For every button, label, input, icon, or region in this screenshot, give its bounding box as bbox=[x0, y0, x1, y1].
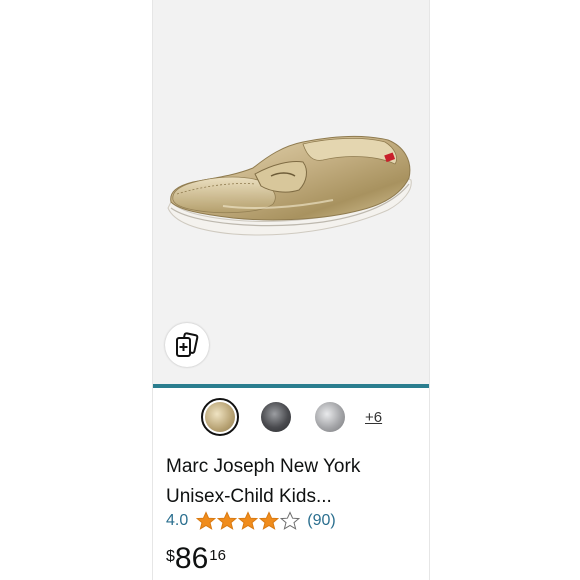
color-swatches: +6 bbox=[153, 398, 429, 442]
star-filled-icon bbox=[238, 511, 259, 530]
rating-row[interactable]: 4.0 (90) bbox=[166, 510, 336, 532]
accent-divider bbox=[153, 384, 429, 388]
product-card[interactable]: +6 Marc Joseph New York Unisex-Child Kid… bbox=[152, 0, 430, 580]
swatch-silver[interactable] bbox=[311, 398, 349, 436]
product-title-line-1: Marc Joseph New York bbox=[166, 456, 361, 477]
swatch-gunmetal[interactable] bbox=[257, 398, 295, 436]
price: $ 86 16 bbox=[166, 544, 226, 574]
rating-value: 4.0 bbox=[166, 512, 189, 529]
product-title-line-2: Unisex-Child Kids... bbox=[166, 486, 332, 507]
price-fraction: 16 bbox=[209, 547, 226, 564]
price-whole: 86 bbox=[174, 542, 209, 575]
product-title[interactable]: Marc Joseph New York Unisex-Child Kids..… bbox=[166, 452, 421, 512]
star-filled-icon bbox=[217, 511, 238, 530]
star-filled-icon bbox=[259, 511, 280, 530]
view-similar-button[interactable] bbox=[165, 323, 209, 367]
star-empty-icon bbox=[280, 511, 301, 530]
product-image-area[interactable] bbox=[153, 0, 429, 384]
add-to-cart-cards-icon bbox=[176, 332, 199, 357]
star-filled-icon bbox=[196, 511, 217, 530]
swatch-gold[interactable] bbox=[201, 398, 239, 436]
review-count-link[interactable]: (90) bbox=[307, 512, 335, 530]
product-image[interactable] bbox=[163, 120, 419, 260]
more-swatches-link[interactable]: +6 bbox=[365, 409, 382, 426]
star-rating bbox=[196, 511, 301, 531]
price-currency-symbol: $ bbox=[166, 548, 175, 565]
